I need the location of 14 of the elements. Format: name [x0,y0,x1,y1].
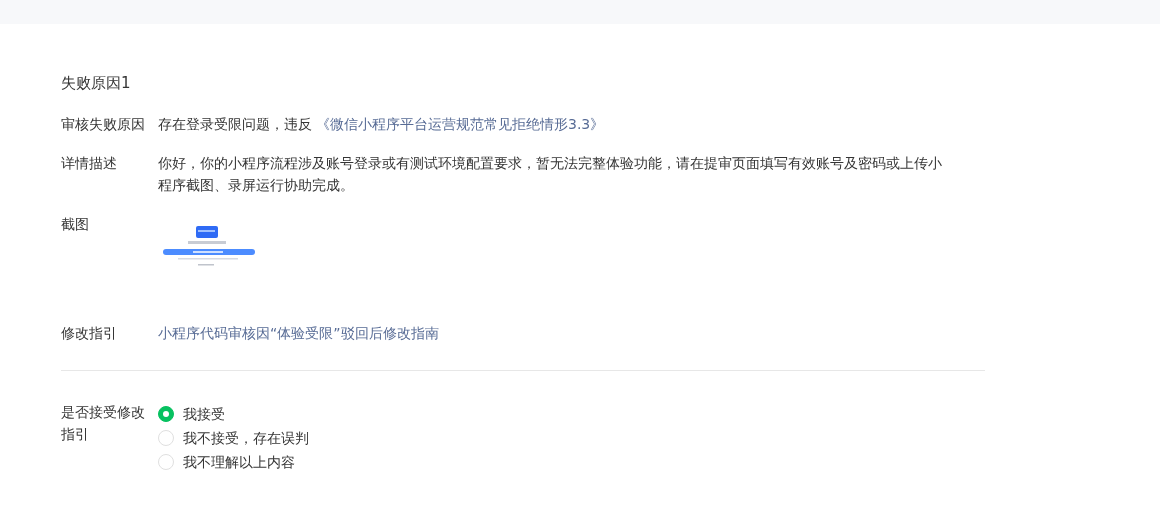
rule-link[interactable]: 《微信小程序平台运营规范常见拒绝情形3.3》 [316,116,605,132]
field-label: 详情描述 [61,154,118,173]
section-title: 失败原因1 [61,73,132,93]
radio-option[interactable]: 我不接受，存在误判 [158,427,309,449]
radio-option[interactable]: 我接受 [158,403,309,425]
field-label: 截图 [61,215,90,234]
detail-text: 你好，你的小程序流程涉及账号登录或有测试环境配置要求，暂无法完整体验功能，请在提审页面填写有效账号及密码或上传小程序截图、录屏运行协助完成。 [158,154,943,195]
guide-link[interactable]: 小程序代码审核因“体验受限”驳回后修改指南 [158,325,439,341]
field-label: 审核失败原因 [61,115,146,134]
radio-option[interactable]: 我不理解以上内容 [158,451,309,473]
field-label: 修改指引 [61,324,118,343]
reason-text: 存在登录受限问题，违反 [158,116,312,132]
radio-button[interactable] [158,406,174,422]
field-label: 是否接受修改指引 [61,403,146,444]
